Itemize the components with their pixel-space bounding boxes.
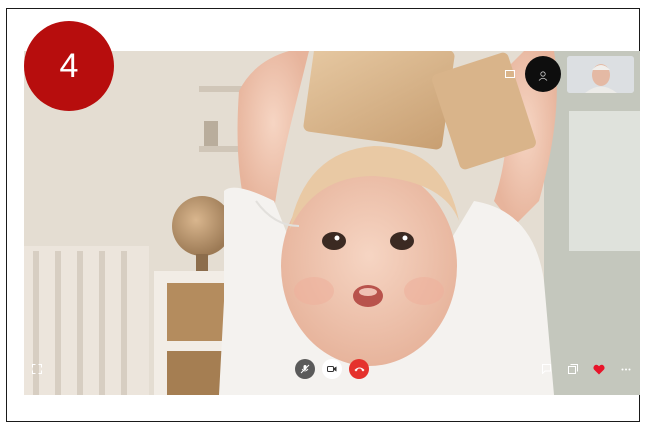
more-options-button[interactable]: [619, 363, 633, 375]
reaction-button[interactable]: [592, 362, 606, 376]
phone-hangup-icon: [354, 366, 365, 372]
more-icon: [621, 368, 631, 371]
fullscreen-icon: [32, 364, 42, 374]
step-number-badge: 4: [24, 21, 114, 111]
self-view-thumbnail[interactable]: [567, 56, 634, 93]
user-initial-icon: [538, 68, 548, 86]
chat-icon: [541, 364, 551, 374]
self-video-feed: [567, 56, 634, 93]
people-icon: [568, 364, 578, 374]
pip-toggle-button[interactable]: [503, 68, 517, 80]
participants-button[interactable]: [567, 363, 579, 375]
participant-avatar[interactable]: [525, 56, 561, 92]
microphone-muted-icon: [300, 364, 310, 374]
camera-button[interactable]: [322, 359, 342, 379]
mute-button[interactable]: [295, 359, 315, 379]
main-video-feed: [24, 51, 640, 395]
remote-participant-video: [24, 51, 640, 395]
end-call-button[interactable]: [349, 359, 369, 379]
video-camera-icon: [327, 365, 337, 373]
heart-icon: [593, 364, 605, 375]
chat-button[interactable]: [540, 363, 552, 375]
fullscreen-button[interactable]: [30, 363, 44, 375]
minimize-icon: [505, 70, 515, 78]
